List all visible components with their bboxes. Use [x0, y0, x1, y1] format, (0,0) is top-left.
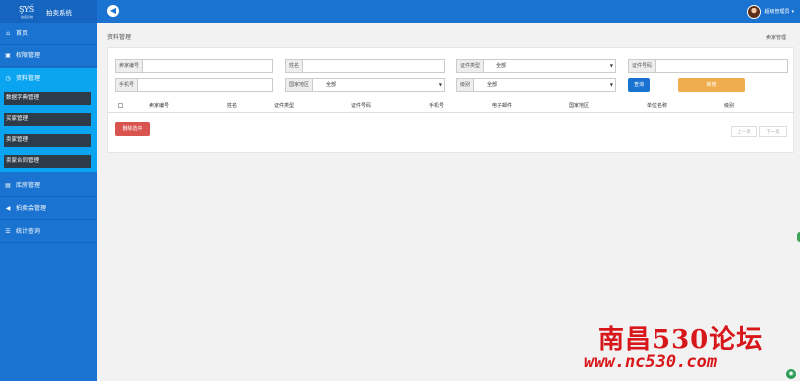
level-select[interactable]: 级别 全部 ▼ [456, 78, 616, 92]
user-menu[interactable]: 超级管理员 ▾ [747, 4, 794, 19]
avatar [747, 4, 762, 19]
top-bar: ŞYŚ 拍卖系统 拍卖系统 ◀ 超级管理员 ▾ [0, 0, 800, 23]
page-title: 资料管理 [107, 34, 132, 41]
query-button[interactable]: 查询 [628, 78, 650, 92]
prev-page-button[interactable]: 上一页 [731, 126, 757, 137]
column-header[interactable]: 级别 [724, 100, 734, 112]
sidebar-item-home[interactable]: ⌂ 首页 [0, 23, 97, 45]
send-icon: ◀ [5, 205, 11, 212]
region-select[interactable]: 国家地区 全部 ▼ [285, 78, 445, 92]
app-logo[interactable]: ŞYŚ 拍卖系统 拍卖系统 [0, 0, 97, 23]
field-label: 手机号 [116, 79, 139, 91]
logo-subtitle: 拍卖系统 [21, 15, 34, 19]
sidebar-item-data-management[interactable]: ◷ 资料管理 [0, 68, 97, 90]
logo-mark: ŞYŚ [19, 5, 34, 14]
sidebar-item-label: 首页 [16, 30, 29, 37]
back-arrow-icon[interactable]: ◀ [107, 5, 119, 17]
chevron-down-icon: ▼ [609, 82, 613, 87]
column-header[interactable]: 单位名称 [647, 100, 667, 112]
column-header[interactable]: 卖家编号 [149, 100, 169, 112]
sidebar: ⌂ 首页 ▣ 权限管理 ◷ 资料管理 数据字典管理 买家管理 卖家管理 卖家合同… [0, 23, 97, 381]
name-field[interactable]: 姓名 [285, 59, 445, 73]
wifi-icon: ◉ [786, 369, 796, 379]
select-value: 全部 [487, 82, 498, 88]
submenu-item-buyers[interactable]: 买家管理 [4, 113, 91, 126]
sidebar-item-warehouse[interactable]: ▤ 库房管理 [0, 175, 97, 197]
book-icon: ▤ [5, 182, 11, 189]
column-header[interactable]: 电子邮件 [492, 100, 512, 112]
select-value: 全部 [496, 63, 507, 69]
user-name: 超级管理员 [764, 9, 790, 15]
field-label: 证件号码 [629, 60, 657, 72]
field-label: 姓名 [286, 60, 304, 72]
column-header[interactable]: 手机号 [429, 100, 444, 112]
sidebar-item-label: 资料管理 [16, 75, 41, 82]
lock-icon: ▣ [5, 52, 11, 59]
select-all-checkbox[interactable] [118, 103, 123, 108]
sidebar-item-label: 权限管理 [16, 52, 41, 59]
seller-panel: 卖家编号 姓名 证件类型 全部 ▼ 证件号码 手机号 国家地区 全部 ▼ 级别 … [107, 47, 794, 153]
chevron-down-icon: ▾ [791, 8, 794, 15]
sidebar-item-label: 库房管理 [16, 182, 41, 189]
submenu-item-sellers[interactable]: 卖家管理 [4, 134, 91, 147]
breadcrumb: 卖家管理 [765, 35, 786, 41]
select-value: 全部 [326, 82, 337, 88]
id-number-field[interactable]: 证件号码 [628, 59, 788, 73]
watermark-url: www.nc530.com [584, 352, 718, 372]
field-label: 卖家编号 [116, 60, 144, 72]
delete-selected-button[interactable]: 删除选中 [115, 122, 150, 136]
table-icon: ☰ [5, 228, 11, 235]
clock-icon: ◷ [5, 75, 11, 82]
column-header[interactable]: 证件号码 [351, 100, 371, 112]
field-label: 证件类型 [457, 60, 485, 72]
id-type-select[interactable]: 证件类型 全部 ▼ [456, 59, 616, 73]
sidebar-item-statistics[interactable]: ☰ 统计查询 [0, 221, 97, 243]
next-page-button[interactable]: 下一页 [759, 126, 787, 137]
sidebar-item-label: 拍卖会管理 [16, 205, 47, 212]
sidebar-item-permissions[interactable]: ▣ 权限管理 [0, 45, 97, 67]
add-button[interactable]: 新增 [678, 78, 745, 92]
field-label: 国家地区 [286, 79, 314, 91]
submenu-item-dictionary[interactable]: 数据字典管理 [4, 92, 91, 105]
submenu-item-seller-contracts[interactable]: 卖家合同管理 [4, 155, 91, 168]
column-header[interactable]: 证件类型 [274, 100, 294, 112]
column-header[interactable]: 姓名 [227, 100, 237, 112]
sidebar-item-label: 统计查询 [16, 228, 41, 235]
phone-field[interactable]: 手机号 [115, 78, 273, 92]
table-header: 卖家编号 姓名 证件类型 证件号码 手机号 电子邮件 国家地区 单位名称 级别 [108, 100, 793, 113]
submenu: 数据字典管理 买家管理 卖家管理 卖家合同管理 [0, 90, 97, 172]
sidebar-item-auctions[interactable]: ◀ 拍卖会管理 [0, 198, 97, 220]
seller-no-field[interactable]: 卖家编号 [115, 59, 273, 73]
field-label: 级别 [457, 79, 475, 91]
column-header[interactable]: 国家地区 [569, 100, 589, 112]
watermark-title: 南昌530论坛 [598, 325, 764, 355]
app-name: 拍卖系统 [46, 9, 72, 17]
chevron-down-icon: ▼ [609, 63, 613, 68]
chevron-down-icon: ▼ [438, 82, 442, 87]
home-icon: ⌂ [6, 30, 10, 37]
